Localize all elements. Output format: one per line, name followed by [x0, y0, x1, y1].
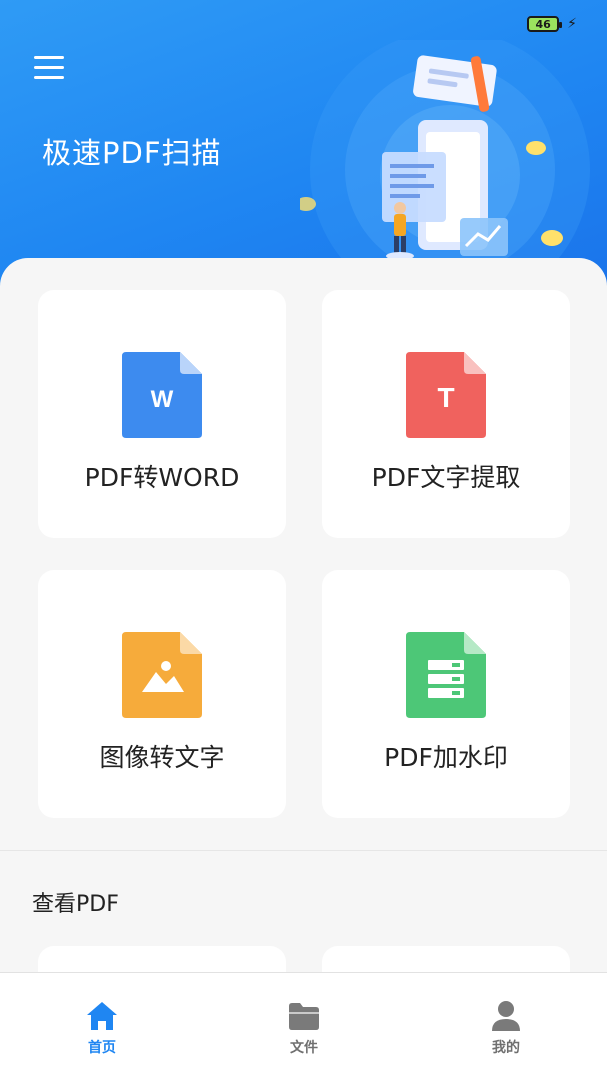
battery-level: 46: [535, 17, 551, 31]
user-icon: [492, 1001, 520, 1031]
card-label: PDF转WORD: [84, 463, 240, 492]
pdf-text-extract-card[interactable]: T PDF文字提取: [322, 290, 570, 538]
nav-mine[interactable]: 我的: [466, 999, 546, 1057]
charging-icon: ⚡: [567, 16, 577, 32]
nav-mine-label: 我的: [492, 1040, 520, 1056]
word-file-icon: W: [122, 352, 202, 438]
nav-files-label: 文件: [290, 1040, 318, 1056]
home-icon: [87, 1002, 117, 1030]
text-file-icon: T: [406, 352, 486, 438]
folder-icon: [289, 1003, 319, 1030]
sheet-file-icon: [406, 632, 486, 718]
nav-home[interactable]: 首页: [62, 999, 142, 1057]
pdf-to-word-card[interactable]: W PDF转WORD: [38, 290, 286, 538]
menu-button[interactable]: [34, 56, 64, 80]
content-sheet: W PDF转WORD T PDF文字提取 图像转文字 PDF加水印 查看PDF: [0, 258, 607, 986]
text-file-letter: T: [437, 382, 454, 413]
nav-home-label: 首页: [88, 1040, 116, 1056]
word-file-letter: W: [151, 386, 174, 413]
view-pdf-section-title: 查看PDF: [32, 892, 119, 917]
image-to-text-card[interactable]: 图像转文字: [38, 570, 286, 818]
bottom-nav: 首页 文件 我的: [0, 972, 607, 1080]
nav-files[interactable]: 文件: [264, 999, 344, 1057]
status-bar: 46 ⚡: [527, 16, 577, 32]
card-label: 图像转文字: [99, 743, 225, 772]
menu-icon: [34, 56, 64, 59]
header-banner: 46 ⚡ 极速PDF扫描: [0, 0, 607, 300]
battery-icon: 46: [527, 16, 563, 32]
image-file-icon: [122, 632, 202, 718]
pdf-watermark-card[interactable]: PDF加水印: [322, 570, 570, 818]
banner-illustration: [300, 40, 590, 270]
section-divider: [0, 850, 607, 851]
card-label: PDF文字提取: [371, 463, 521, 492]
app-title: 极速PDF扫描: [42, 136, 222, 170]
card-label: PDF加水印: [384, 743, 508, 772]
